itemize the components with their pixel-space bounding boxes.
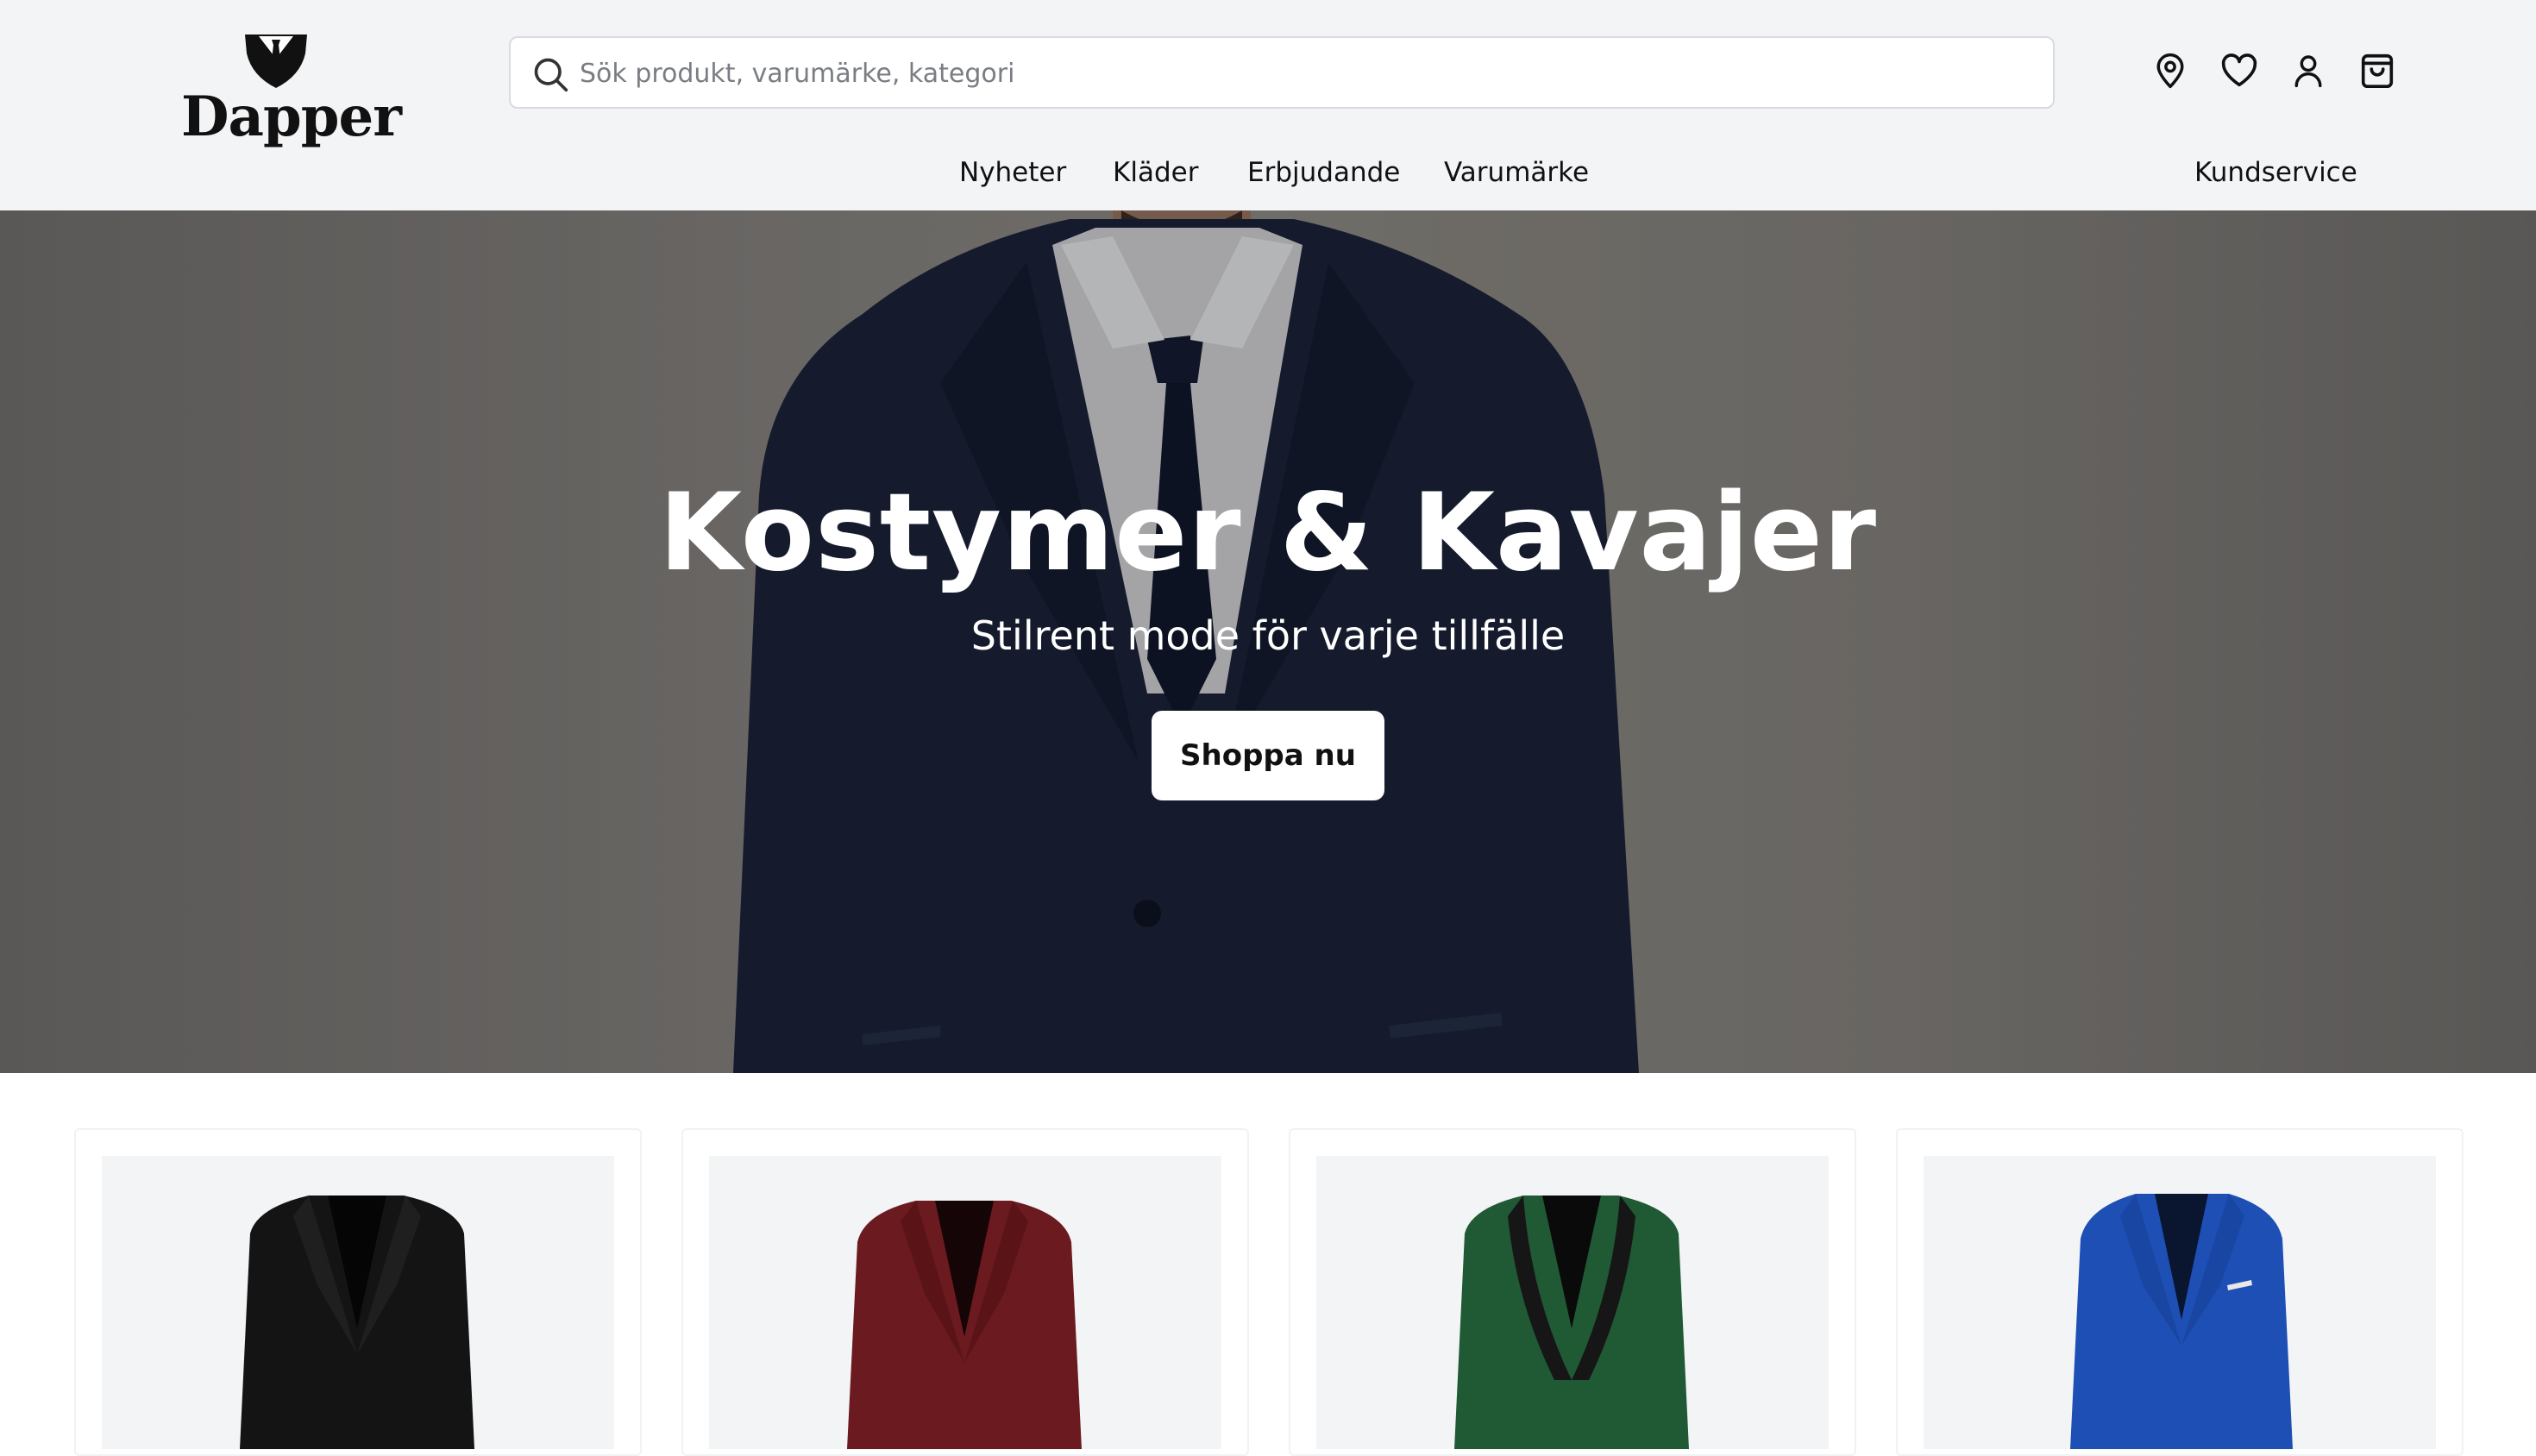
heart-icon [2221, 53, 2257, 87]
hero-title: Kostymer & Kavajer [659, 471, 1877, 595]
shop-now-button[interactable]: Shoppa nu [1152, 711, 1384, 800]
shopping-bag-icon [2361, 53, 2394, 89]
nav-item-nyheter[interactable]: Nyheter [959, 157, 1066, 188]
hero-subtitle: Stilrent mode för varje tillfälle [970, 612, 1566, 659]
nav-item-erbjudande[interactable]: Erbjudande [1247, 157, 1400, 188]
hero-banner: Kostymer & Kavajer Stilrent mode för var… [0, 210, 2536, 1073]
cart-button[interactable] [2355, 48, 2400, 93]
search-icon [534, 58, 568, 92]
product-image [1316, 1156, 1829, 1449]
product-card[interactable] [1896, 1128, 2464, 1456]
brand-logo[interactable]: Dapper [173, 33, 402, 155]
product-card[interactable] [74, 1128, 642, 1456]
account-button[interactable] [2286, 48, 2331, 93]
search-input[interactable] [580, 50, 2029, 97]
product-image [709, 1156, 1221, 1449]
product-card[interactable] [681, 1128, 1249, 1456]
nav-item-kundservice[interactable]: Kundservice [2194, 157, 2357, 188]
product-image [1924, 1156, 2436, 1449]
store-locator-button[interactable] [2148, 48, 2193, 93]
location-pin-icon [2156, 53, 2184, 89]
search-bar [509, 36, 2055, 109]
wishlist-button[interactable] [2217, 48, 2262, 93]
suit-shield-icon [245, 35, 307, 88]
product-card[interactable] [1289, 1128, 1856, 1456]
site-header: Dapper Nyheter Kläder Erbjudande Varumär… [0, 0, 2536, 210]
user-icon [2294, 55, 2322, 88]
nav-item-varumarke[interactable]: Varumärke [1444, 157, 1589, 188]
nav-item-klader[interactable]: Kläder [1113, 157, 1198, 188]
brand-name: Dapper [181, 85, 402, 149]
product-image [102, 1156, 614, 1449]
